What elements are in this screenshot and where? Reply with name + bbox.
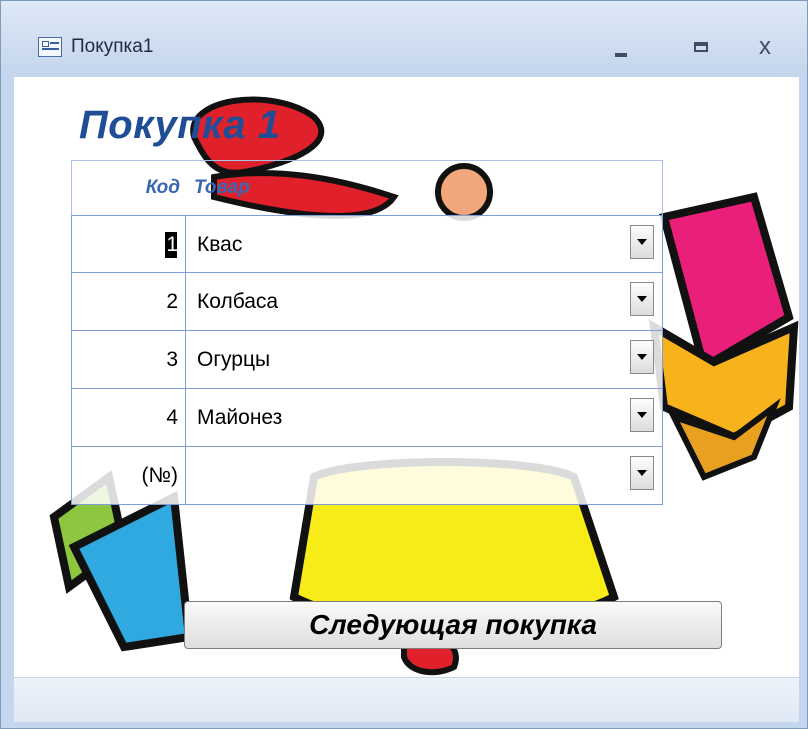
next-purchase-button[interactable]: Следующая покупка [184, 601, 722, 649]
minimize-icon [615, 53, 627, 57]
dropdown-arrow-icon[interactable] [630, 225, 654, 259]
item-combobox[interactable] [197, 447, 617, 504]
form-title: Покупка 1 [79, 103, 281, 147]
table-row[interactable]: 4 Майонез [71, 389, 663, 447]
item-combobox[interactable]: Огурцы [197, 331, 617, 388]
new-record-row[interactable]: (№) [71, 447, 663, 505]
maximize-icon [694, 42, 708, 52]
item-combobox[interactable]: Колбаса [197, 273, 617, 330]
table-row[interactable]: 3 Огурцы [71, 331, 663, 389]
window-title: Покупка1 [71, 36, 154, 57]
dropdown-arrow-icon[interactable] [630, 282, 654, 316]
code-cell[interactable]: 2 [72, 273, 186, 330]
code-cell[interactable]: (№) [72, 447, 186, 504]
title-bar[interactable]: Покупка1 x [1, 1, 807, 77]
column-header-code: Код [145, 177, 180, 198]
form-icon [38, 37, 62, 57]
status-bar [14, 677, 799, 722]
access-form-window: Покупка1 x Покупка 1 Код Товар 1 Квас 2 … [0, 0, 808, 729]
code-cell[interactable]: 3 [72, 331, 186, 388]
purchase-subform: Код Товар 1 Квас 2 Колбаса 3 Огурцы 4 Ма… [71, 160, 663, 505]
table-row[interactable]: 2 Колбаса [71, 273, 663, 331]
close-icon: x [759, 33, 771, 60]
column-header-item: Товар [194, 177, 250, 198]
dropdown-arrow-icon[interactable] [630, 398, 654, 432]
minimize-button[interactable] [601, 29, 641, 65]
code-cell[interactable]: 4 [72, 389, 186, 446]
dropdown-arrow-icon[interactable] [630, 456, 654, 490]
dropdown-arrow-icon[interactable] [630, 340, 654, 374]
column-headers: Код Товар [71, 160, 663, 215]
maximize-button[interactable] [681, 29, 721, 65]
table-row[interactable]: 1 Квас [71, 215, 663, 273]
item-combobox[interactable]: Квас [197, 216, 617, 273]
code-cell[interactable]: 1 [72, 216, 186, 273]
close-button[interactable]: x [745, 29, 785, 65]
item-combobox[interactable]: Майонез [197, 389, 617, 446]
form-body: Покупка 1 Код Товар 1 Квас 2 Колбаса 3 О… [14, 77, 799, 722]
